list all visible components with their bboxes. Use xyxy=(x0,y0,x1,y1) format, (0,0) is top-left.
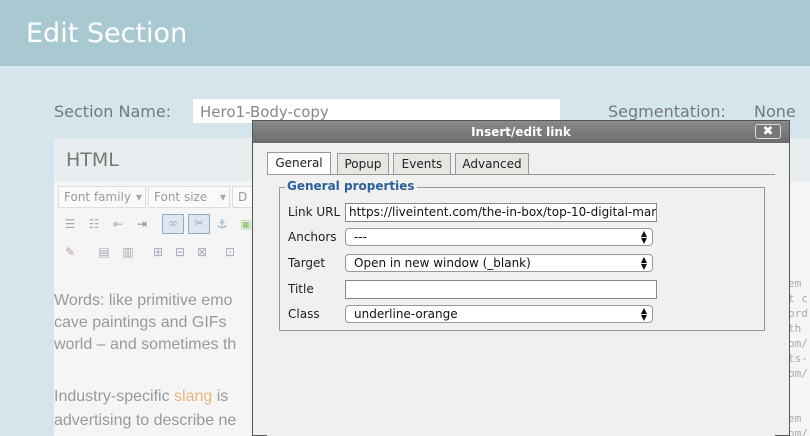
tab-popup[interactable]: Popup xyxy=(337,153,389,174)
target-label: Target xyxy=(288,256,326,270)
segmentation-label: Segmentation: xyxy=(608,102,726,121)
code-fragment: om/ xyxy=(788,367,808,380)
body-text-span: Industry-specific xyxy=(54,388,175,405)
table-icon[interactable]: ▤ xyxy=(96,244,112,260)
body-line: advertising to describe ne xyxy=(54,412,237,429)
select-arrows-icon: ▲ ▼ xyxy=(640,229,647,245)
tab-advanced[interactable]: Advanced xyxy=(455,153,529,174)
general-properties-group: General properties Link URL https://live… xyxy=(279,179,765,331)
target-select[interactable]: Open in new window (_blank) ▲ ▼ xyxy=(345,254,653,272)
code-fragment: om/ xyxy=(788,427,808,436)
page-header: Edit Section xyxy=(0,0,810,66)
anchors-label: Anchors xyxy=(288,230,337,244)
editor-mode-label: HTML xyxy=(66,149,119,171)
numbered-list-icon[interactable]: ☷ xyxy=(86,216,102,232)
font-family-label: Font family xyxy=(64,190,131,204)
close-icon[interactable]: ✖ xyxy=(755,124,781,139)
font-size-label: Font size xyxy=(154,190,208,204)
anchor-icon[interactable]: ⚓ xyxy=(214,216,230,232)
bullet-list-icon[interactable]: ☰ xyxy=(62,216,78,232)
merge-icon[interactable]: ⊡ xyxy=(222,244,238,260)
title-input[interactable] xyxy=(345,280,657,299)
unlink-icon[interactable]: ✂ xyxy=(188,214,210,234)
anchors-value: --- xyxy=(354,230,367,244)
class-value: underline-orange xyxy=(354,307,458,321)
edit-icon[interactable]: ✎ xyxy=(62,244,78,260)
font-size-select[interactable]: Font size ▼ xyxy=(148,186,230,208)
code-fragment: ord xyxy=(788,307,808,320)
select-arrows-icon: ▲ ▼ xyxy=(640,255,647,271)
insert-link-dialog: Insert/edit link ✖ General Popup Events … xyxy=(252,120,790,436)
general-tab-panel: General properties Link URL https://live… xyxy=(267,174,775,436)
class-label: Class xyxy=(288,307,320,321)
code-fragment: t c xyxy=(788,292,808,305)
body-line: Industry-specific slang is xyxy=(54,386,228,408)
cell-icon[interactable]: ⊠ xyxy=(194,244,210,260)
chevron-down-icon: ▼ xyxy=(135,193,142,202)
format-label: D xyxy=(238,190,248,204)
chevron-down-icon: ▼ xyxy=(219,193,226,202)
target-value: Open in new window (_blank) xyxy=(354,256,531,270)
general-properties-legend: General properties xyxy=(285,179,417,193)
code-fragment: om/ xyxy=(788,337,808,350)
row-icon[interactable]: ⊞ xyxy=(150,244,166,260)
class-select[interactable]: underline-orange ▲ ▼ xyxy=(345,305,653,323)
link-url-label: Link URL xyxy=(288,205,341,219)
body-line: Words: like primitive emo xyxy=(54,292,233,309)
body-text-span: is xyxy=(212,388,229,405)
tab-events[interactable]: Events xyxy=(393,153,451,174)
page-title: Edit Section xyxy=(26,18,188,49)
link-url-input[interactable]: https://liveintent.com/the-in-box/top-10… xyxy=(345,203,657,222)
dialog-title: Insert/edit link xyxy=(253,121,789,143)
body-line: world – and sometimes th xyxy=(54,336,237,353)
select-arrows-icon: ▲ ▼ xyxy=(640,306,647,322)
font-family-select[interactable]: Font family ▼ xyxy=(58,186,146,208)
anchors-select[interactable]: --- ▲ ▼ xyxy=(345,228,653,246)
tab-general[interactable]: General xyxy=(267,152,331,175)
format-select[interactable]: D xyxy=(232,186,254,208)
body-line: cave paintings and GIFs xyxy=(54,314,227,331)
table-props-icon[interactable]: ▥ xyxy=(120,244,136,260)
link-icon[interactable]: ∞ xyxy=(162,214,184,234)
title-label: Title xyxy=(288,282,314,296)
segmentation-value[interactable]: None xyxy=(754,102,796,121)
section-name-label: Section Name: xyxy=(54,102,172,121)
outdent-icon[interactable]: ⇤ xyxy=(110,216,126,232)
slang-link[interactable]: slang xyxy=(174,388,212,405)
code-fragment: ts- xyxy=(788,352,808,365)
column-icon[interactable]: ⊟ xyxy=(172,244,188,260)
indent-icon[interactable]: ⇥ xyxy=(134,216,150,232)
